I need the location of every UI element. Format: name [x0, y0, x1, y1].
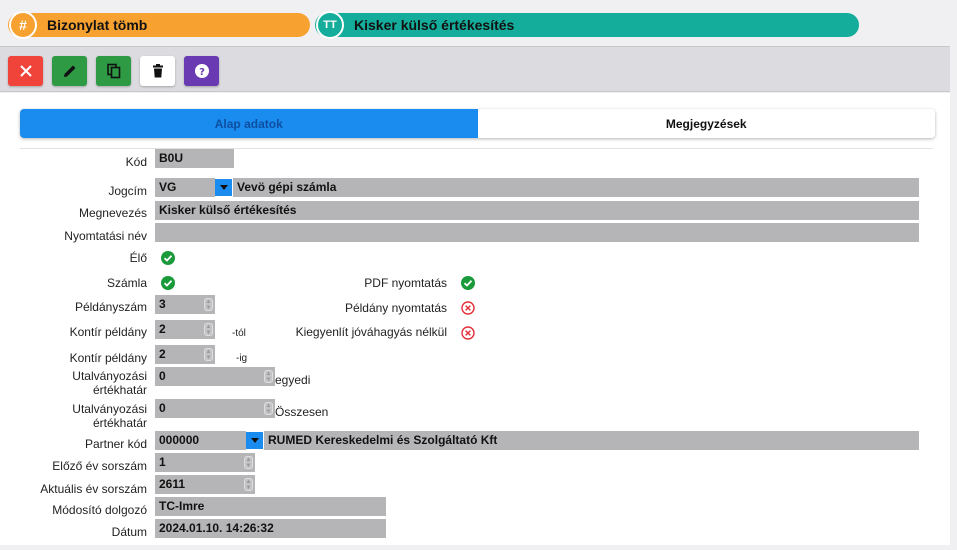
modosito-field: TC-Imre — [155, 497, 386, 516]
jogcim-text-field: Vevö gépi számla — [233, 178, 919, 197]
utalv-osszesen-field[interactable]: 0 ▲ ▼ — [155, 399, 275, 418]
close-button[interactable] — [8, 56, 43, 86]
partner-kod-code-field[interactable]: 000000 — [155, 431, 246, 450]
datum-field: 2024.01.10. 14:26:32 — [155, 519, 386, 538]
kontir-tol-label: Kontír példány — [69, 325, 147, 339]
elozo-ev-value: 1 — [159, 455, 166, 469]
pdf-nyomtatas-check-icon[interactable] — [461, 276, 475, 290]
help-button[interactable]: ? — [184, 56, 219, 86]
copy-icon — [106, 63, 120, 79]
jogcim-label: Jogcím — [108, 184, 147, 198]
kontir-tol-suffix: -tól — [232, 328, 246, 339]
kontir-ig-label: Kontír példány — [69, 351, 147, 365]
svg-text:?: ? — [199, 67, 205, 78]
utalv-egyedi-field[interactable]: 0 ▲ ▼ — [155, 367, 275, 386]
kiegyenlit-label: Kiegyenlít jóváhagyás nélkül — [295, 325, 447, 339]
utalv-osszesen-value: 0 — [159, 401, 166, 415]
modosito-label: Módosító dolgozó — [52, 503, 147, 517]
pencil-icon — [63, 65, 75, 77]
stepper-icon[interactable]: ▲ ▼ — [244, 478, 253, 491]
elo-check-icon[interactable] — [161, 251, 175, 265]
jogcim-code-field[interactable]: VG — [155, 178, 215, 197]
kod-field[interactable]: B0U — [155, 149, 234, 168]
breadcrumb-bizonylat-tomb[interactable]: # Bizonylat tömb — [8, 11, 310, 39]
tab-megjegyzesek[interactable]: Megjegyzések — [477, 109, 935, 138]
question-icon: ? — [194, 64, 209, 78]
peldanyszam-label: Példányszám — [74, 300, 147, 314]
breadcrumb-label: Bizonylat tömb — [47, 17, 148, 33]
delete-button[interactable] — [140, 56, 175, 86]
szamla-check-icon[interactable] — [161, 276, 175, 290]
breadcrumb-label: Kisker külső értékesítés — [354, 17, 515, 33]
form-panel: Alap adatok Megjegyzések Kód B0U Jogcím … — [0, 93, 950, 545]
utalv-osszesen-label-line1: Utalványozási — [72, 402, 147, 416]
stepper-icon[interactable]: ▲ ▼ — [204, 348, 213, 361]
kontir-tol-value: 2 — [159, 322, 166, 336]
trash-icon — [152, 64, 163, 78]
megnevezes-field[interactable]: Kisker külső értékesítés — [155, 201, 919, 220]
kontir-ig-value: 2 — [159, 347, 166, 361]
tab-alap-adatok[interactable]: Alap adatok — [20, 109, 478, 138]
utalv-egyedi-label-line1: Utalványozási — [72, 369, 147, 383]
peldanyszam-value: 3 — [159, 297, 166, 311]
stepper-icon[interactable]: ▲ ▼ — [204, 298, 213, 311]
partner-kod-label: Partner kód — [84, 437, 147, 451]
edit-button[interactable] — [52, 56, 87, 86]
close-icon — [19, 65, 32, 77]
text-type-icon: TT — [316, 11, 344, 39]
stepper-icon[interactable]: ▲ ▼ — [244, 456, 253, 469]
peldany-nyomtatas-label: Példány nyomtatás — [344, 301, 447, 315]
aktualis-ev-field[interactable]: 2611 ▲ ▼ — [155, 475, 255, 494]
partner-kod-dropdown-button[interactable] — [246, 432, 263, 449]
stepper-icon[interactable]: ▲ ▼ — [264, 402, 273, 415]
copy-button[interactable] — [96, 56, 131, 86]
stepper-icon[interactable]: ▲ ▼ — [204, 323, 213, 336]
stepper-icon[interactable]: ▲ ▼ — [264, 370, 273, 383]
kiegyenlit-cross-icon[interactable] — [461, 326, 475, 340]
aktualis-ev-value: 2611 — [159, 477, 186, 491]
szamla-label: Számla — [106, 276, 147, 290]
nyomtatasi-nev-label: Nyomtatási név — [64, 229, 147, 243]
breadcrumb-kisker[interactable]: TT Kisker külső értékesítés — [315, 11, 859, 39]
elo-label: Élő — [129, 251, 147, 265]
partner-kod-text-field: RUMED Kereskedelmi és Szolgáltató Kft — [264, 431, 919, 450]
jogcim-dropdown-button[interactable] — [215, 179, 232, 196]
caret-down-icon — [250, 438, 259, 443]
peldany-nyomtatas-cross-icon[interactable] — [461, 301, 475, 315]
datum-label: Dátum — [111, 525, 147, 539]
toolbar: ? — [0, 46, 950, 92]
kod-label: Kód — [125, 155, 147, 169]
kontir-ig-suffix: -ig — [236, 353, 248, 364]
caret-down-icon — [219, 185, 228, 190]
elozo-ev-label: Előző év sorszám — [52, 459, 147, 473]
utalv-osszesen-label-line2: értékhatár — [92, 416, 147, 430]
nyomtatasi-nev-field[interactable] — [155, 223, 919, 242]
kontir-tol-field[interactable]: 2 ▲ ▼ — [155, 320, 215, 339]
hash-icon: # — [9, 11, 37, 39]
utalv-egyedi-label-line2: értékhatár — [92, 383, 147, 397]
utalv-osszesen-suffix: Összesen — [275, 405, 329, 419]
megnevezes-label: Megnevezés — [78, 206, 147, 220]
tab-bar: Alap adatok Megjegyzések — [20, 109, 935, 138]
kontir-ig-field[interactable]: 2 ▲ ▼ — [155, 345, 215, 364]
utalv-egyedi-value: 0 — [159, 369, 166, 383]
pdf-nyomtatas-label: PDF nyomtatás — [364, 276, 447, 290]
utalv-egyedi-suffix: egyedi — [275, 373, 311, 387]
elozo-ev-field[interactable]: 1 ▲ ▼ — [155, 453, 255, 472]
aktualis-ev-label: Aktuális év sorszám — [40, 482, 147, 496]
peldanyszam-field[interactable]: 3 ▲ ▼ — [155, 295, 215, 314]
